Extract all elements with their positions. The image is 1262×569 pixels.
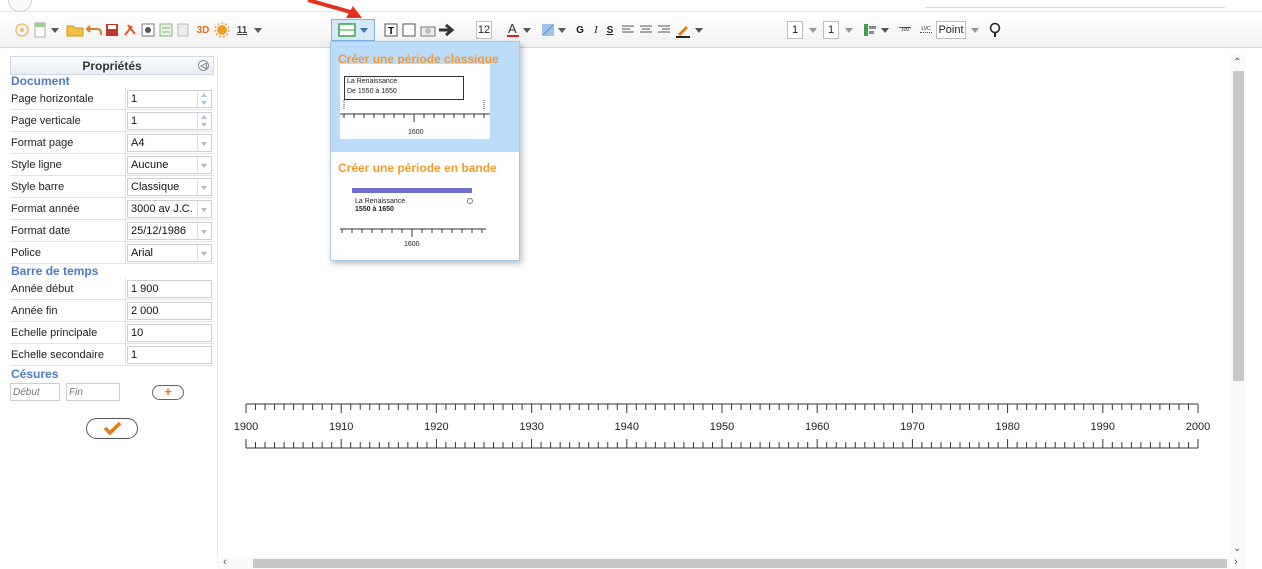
ruler-tick-label: 1910: [328, 421, 354, 433]
band-period-preview: La Renaissance 1550 à 1650 1600: [340, 182, 500, 257]
scroll-right-icon[interactable]: ›: [1234, 556, 1238, 568]
band-preview-line1: La Renaissance: [355, 198, 406, 205]
band-preview-line2: 1550 à 1650: [355, 206, 394, 213]
horizontal-scroll-thumb[interactable]: [253, 559, 1227, 568]
scroll-down-icon[interactable]: ⌄: [1233, 543, 1241, 554]
ruler-tick-label: 1960: [804, 421, 830, 433]
scroll-up-icon[interactable]: ⌃: [1233, 57, 1241, 68]
ruler-tick-label: 1940: [614, 421, 640, 433]
band-preview-year: 1600: [404, 241, 420, 248]
classic-period-option[interactable]: Créer une période classique La Renaissan…: [331, 42, 519, 152]
ruler-tick-label: 1930: [519, 421, 544, 433]
vertical-scrollbar[interactable]: ⌃ ⌄: [1230, 55, 1246, 560]
ruler-tick-label: 1970: [900, 421, 925, 433]
ruler-tick-label: 1920: [424, 421, 449, 433]
ruler-tick-label: 1980: [995, 421, 1020, 433]
period-dropdown-menu: Créer une période classique La Renaissan…: [330, 41, 520, 261]
ruler-tick-label: 1990: [1090, 421, 1116, 433]
ruler-tick-label: 1900: [233, 421, 259, 433]
timeline-ruler: [245, 403, 1199, 449]
vertical-scroll-thumb[interactable]: [1233, 71, 1244, 381]
classic-period-preview: La Renaissance De 1550 à 1650 1600: [340, 64, 490, 139]
classic-preview-year: 1600: [408, 129, 424, 136]
horizontal-scrollbar[interactable]: ‹ ›: [217, 556, 1246, 569]
ruler-tick-label: 2000: [1185, 421, 1211, 433]
ruler-tick-label: 1950: [709, 421, 735, 433]
scroll-left-icon[interactable]: ‹: [223, 556, 227, 568]
band-period-title[interactable]: Créer une période en bande: [338, 161, 497, 175]
